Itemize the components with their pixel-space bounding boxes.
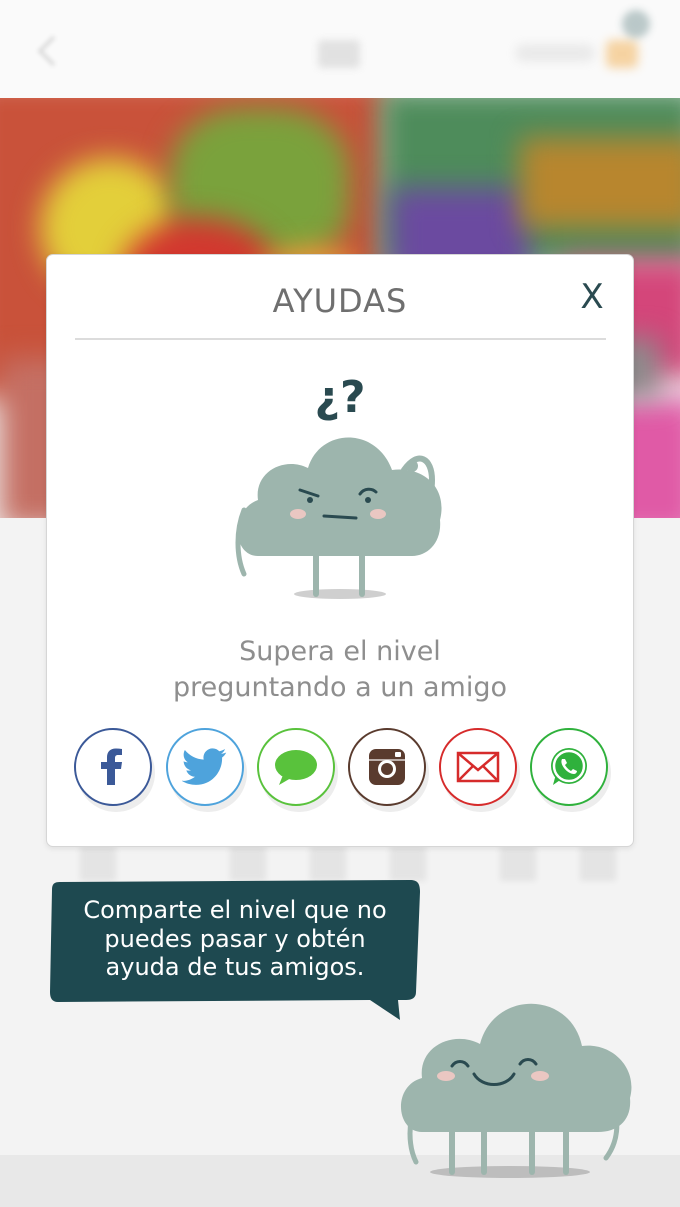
question-marks: ¿? xyxy=(314,372,365,423)
help-message: Comparte el nivel que no puedes pasar y … xyxy=(64,896,406,982)
profile-badge xyxy=(622,10,650,38)
help-speech-bubble: Comparte el nivel que no puedes pasar y … xyxy=(50,880,420,1020)
help-line-1: Comparte el nivel que no xyxy=(83,896,387,924)
whatsapp-icon xyxy=(551,748,587,785)
happy-cloud-mascot xyxy=(400,1003,632,1178)
chat-bubble-icon xyxy=(275,750,317,785)
close-button[interactable]: X xyxy=(574,278,610,316)
twitter-share-button[interactable] xyxy=(166,728,244,806)
coin-counter xyxy=(515,44,595,62)
help-line-2: puedes pasar y obtén xyxy=(104,924,366,953)
instagram-share-button[interactable] xyxy=(348,728,426,806)
back-arrow-icon xyxy=(37,35,56,67)
message-line-1: Supera el nivel xyxy=(239,636,441,667)
twitter-icon xyxy=(182,748,227,785)
top-bar xyxy=(0,0,680,98)
instagram-icon xyxy=(369,749,405,785)
messages-share-button[interactable] xyxy=(257,728,335,806)
modal-message: Supera el nivel preguntando a un amigo xyxy=(120,634,560,706)
thinking-cloud-illustration: ¿? xyxy=(235,372,442,599)
whatsapp-share-button[interactable] xyxy=(530,728,608,806)
level-icon xyxy=(318,40,360,68)
help-line-3: ayuda de tus amigos. xyxy=(105,953,365,981)
envelope-icon xyxy=(456,751,500,783)
share-buttons xyxy=(70,728,615,812)
facebook-share-button[interactable] xyxy=(74,728,152,806)
facebook-icon xyxy=(101,748,122,785)
coins-icon xyxy=(606,40,638,68)
modal-divider xyxy=(75,338,606,340)
email-share-button[interactable] xyxy=(439,728,517,806)
message-line-2: preguntando a un amigo xyxy=(172,672,508,703)
